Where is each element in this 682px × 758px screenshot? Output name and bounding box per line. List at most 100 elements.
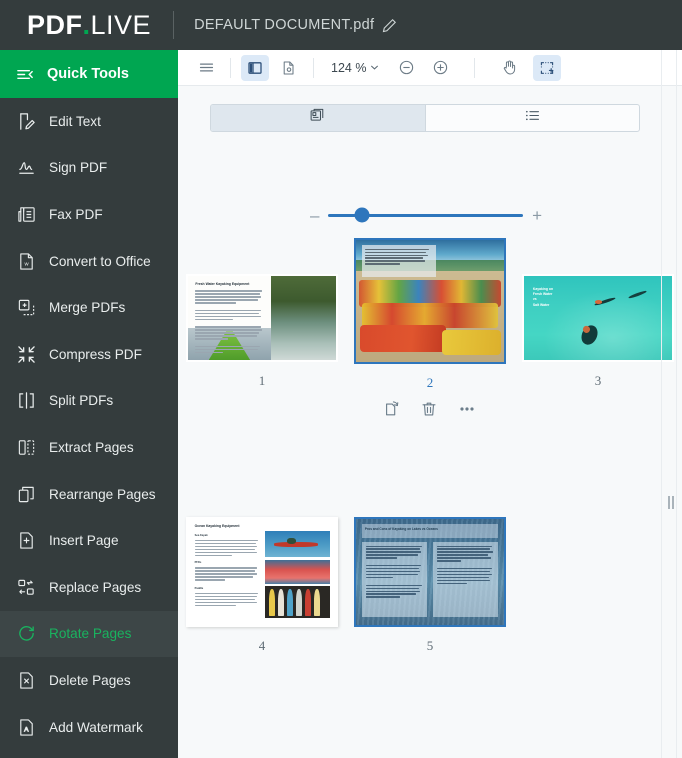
brand-part-2: LIVE [90,9,152,40]
extract-pages-icon [17,438,36,457]
sidebar-item-label: Convert to Office [49,253,151,269]
svg-text:A: A [24,726,29,733]
thumbnail-row: Ocean Kayaking Equipment Sea Kayak PFDs [178,517,682,677]
zoom-out-icon[interactable] [392,55,420,81]
thumbnail-cell: Ocean Kayaking Equipment Sea Kayak PFDs [178,517,346,677]
sidebar-item-label: Add Watermark [49,719,143,735]
sidebar-item-label: Insert Page [49,533,119,549]
page-thumbnail-grid: Fresh Water Kayaking Equipment 1 2 Kayak… [178,230,682,677]
sidebar-item-compress-pdf[interactable]: Compress PDF [0,331,178,378]
replace-pages-icon [17,578,36,597]
sidebar-item-label: Compress PDF [49,346,142,362]
delete-page-icon [17,671,36,690]
collapse-menu-icon [16,65,35,84]
slider-knob[interactable] [354,207,370,223]
sidebar-panel-icon[interactable] [241,54,269,81]
sidebar-item-rotate-pages[interactable]: Rotate Pages [0,610,178,658]
toolbar-divider [474,57,476,78]
slider-decrease-label[interactable]: – [310,207,319,224]
sidebar-item-label: Rotate Pages [49,626,132,642]
thumbnail-cell: Pros and Cons of Kayaking on Lakes vs Oc… [346,517,514,677]
hand-pan-icon[interactable] [495,55,523,81]
chevron-down-icon [370,63,379,72]
sidebar-item-merge-pdfs[interactable]: Merge PDFs [0,284,178,331]
page-thumbnail-3[interactable]: Kayaking on Fresh Water vs Salt Water [522,274,674,362]
sidebar-item-label: Delete Pages [49,672,131,688]
select-area-icon[interactable] [533,54,562,81]
sidebar-item-replace-pages[interactable]: Replace Pages [0,564,178,611]
word-document-icon: w [17,252,36,271]
slider-increase-label[interactable]: + [532,207,542,224]
page-thumbnail-1[interactable]: Fresh Water Kayaking Equipment [186,274,338,362]
view-mode-toggle [210,104,640,132]
page-number-label: 2 [426,375,434,390]
sidebar-item-rearrange-pages[interactable]: Rearrange Pages [0,471,178,518]
split-icon [17,391,36,410]
brand-logo[interactable]: PDF . LIVE [27,10,151,41]
thumbnail-cell: 2 [346,230,514,455]
panel-divider [661,50,662,758]
signature-icon [17,158,36,177]
pdf-toolbar: 124 % [178,50,682,86]
sidebar-item-split-pdfs[interactable]: Split PDFs [0,378,178,425]
drag-handle-icon[interactable] [666,494,675,510]
brand-part-1: PDF [27,9,83,40]
page-action-bar [383,400,477,418]
main-content-area: 124 % – + Fresh Water Kayaking Equipment… [178,50,682,758]
sidebar-item-label: Edit Text [49,113,101,129]
document-title-group: DEFAULT DOCUMENT.pdf [194,17,397,33]
pencil-icon[interactable] [382,18,397,33]
zoom-level-dropdown[interactable]: 124 % [324,58,386,78]
svg-text:w: w [23,261,29,267]
quick-tools-header[interactable]: Quick Tools [0,50,178,98]
sidebar-item-label: Replace Pages [49,579,142,595]
rotate-page-icon[interactable] [383,400,401,418]
compress-icon [17,345,36,364]
page-number-label: 1 [258,373,266,388]
page-thumbnail-4[interactable]: Ocean Kayaking Equipment Sea Kayak PFDs [186,517,338,627]
document-title: DEFAULT DOCUMENT.pdf [194,17,375,33]
sidebar-item-convert-to-office[interactable]: w Convert to Office [0,238,178,285]
list-view-icon [524,107,541,129]
tab-list-view[interactable] [424,105,640,131]
thumbnail-cell: Kayaking on Fresh Water vs Salt Water 3 [514,230,682,455]
sidebar-item-label: Rearrange Pages [49,486,156,502]
sidebar-item-label: Fax PDF [49,206,103,222]
page-thumbnail-2[interactable] [354,238,506,364]
sidebar-item-add-watermark[interactable]: A Add Watermark [0,704,178,751]
page-5-heading: Pros and Cons of Kayaking on Lakes vs Oc… [364,527,438,532]
toolbar-divider [313,57,314,78]
rearrange-pages-icon [17,485,36,504]
trash-icon[interactable] [420,400,438,418]
insert-page-icon [17,531,36,550]
header-divider [173,11,175,39]
page-number-label: 4 [258,638,266,653]
sidebar-item-edit-text[interactable]: Edit Text [0,98,178,145]
quick-tools-label: Quick Tools [47,66,129,82]
merge-icon [17,298,36,317]
slider-track[interactable] [328,207,524,223]
sidebar-item-sign-pdf[interactable]: Sign PDF [0,145,178,192]
watermark-icon: A [17,718,36,737]
zoom-in-icon[interactable] [426,55,454,81]
fax-icon [17,205,36,224]
top-header-bar: PDF . LIVE DEFAULT DOCUMENT.pdf [0,0,682,50]
sidebar-item-delete-pages[interactable]: Delete Pages [0,657,178,704]
sidebar-item-label: Merge PDFs [49,300,126,316]
toolbar-divider [230,57,231,78]
left-sidebar: Quick Tools Edit Text Sign PDF Fax PDF w… [0,50,178,758]
tab-thumbnail-view[interactable] [211,105,425,131]
more-options-icon[interactable] [457,400,477,418]
thumbnail-row: Fresh Water Kayaking Equipment 1 2 Kayak… [178,230,682,455]
hamburger-menu-icon[interactable] [192,55,220,81]
page-settings-icon[interactable] [275,55,303,81]
sidebar-item-fax-pdf[interactable]: Fax PDF [0,191,178,238]
sidebar-item-insert-page[interactable]: Insert Page [0,517,178,564]
thumbnail-size-slider[interactable]: – + [310,205,542,225]
thumbnail-cell-empty [514,517,682,677]
page-thumbnail-5[interactable]: Pros and Cons of Kayaking on Lakes vs Oc… [354,517,506,627]
sidebar-item-label: Sign PDF [49,160,108,176]
sidebar-item-extract-pages[interactable]: Extract Pages [0,424,178,471]
thumbnail-grid-icon [309,107,326,129]
rotate-icon [17,624,36,643]
